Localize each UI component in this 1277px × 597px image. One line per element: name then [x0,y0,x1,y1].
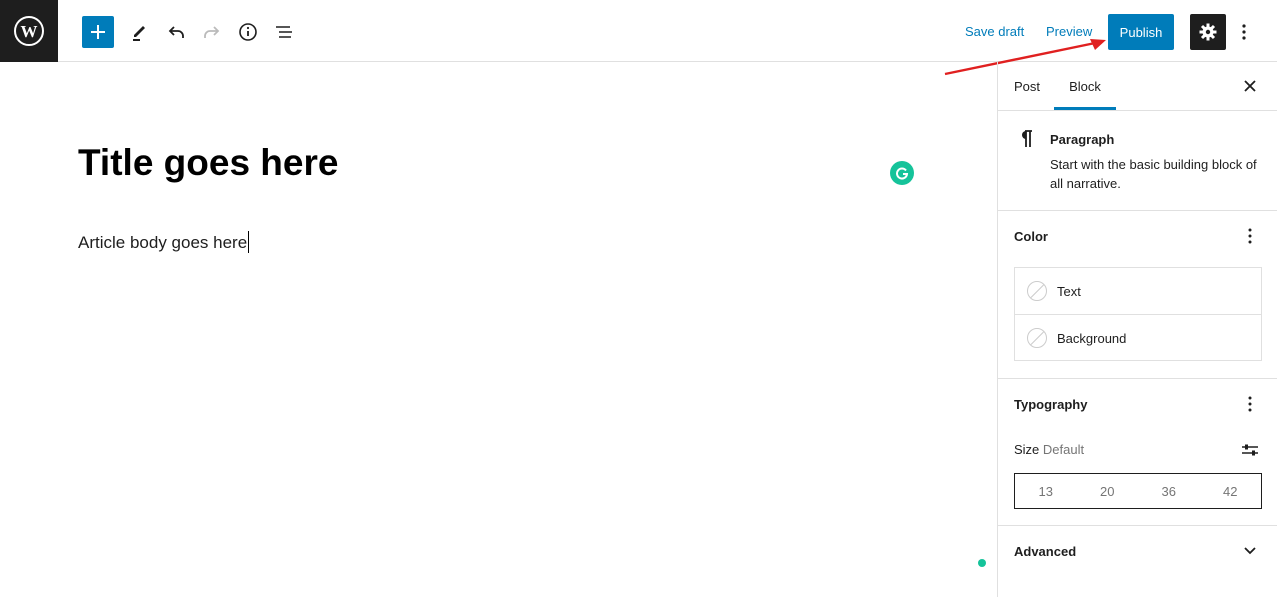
block-name: Paragraph [1050,132,1115,147]
chevron-down-icon [1244,547,1256,555]
color-text-label: Text [1057,283,1081,299]
color-background-option[interactable]: Background [1015,315,1261,361]
empty-swatch-icon [1027,328,1047,348]
more-vertical-icon [1248,228,1252,244]
typography-panel-title: Typography [1014,397,1088,412]
paragraph-icon [1022,130,1032,147]
size-label: Size [1014,442,1040,457]
settings-sidebar: Post Block Paragraph Start with the basi… [997,62,1277,597]
block-description: Start with the basic building block of a… [1050,157,1257,191]
add-block-button[interactable] [82,16,114,48]
redo-icon [204,26,220,38]
tools-button[interactable] [124,16,156,48]
size-option[interactable]: 13 [1015,474,1077,508]
list-view-button[interactable] [268,16,300,48]
undo-button[interactable] [160,16,192,48]
settings-button[interactable] [1190,14,1226,50]
grammarly-icon[interactable] [890,161,914,185]
tab-post[interactable]: Post [1014,62,1040,110]
redo-button[interactable] [196,16,228,48]
custom-size-button[interactable] [1238,438,1262,462]
sidebar-tabs: Post Block [998,62,1277,111]
advanced-panel[interactable]: Advanced [998,526,1277,576]
more-vertical-icon [1248,396,1252,412]
color-options-button[interactable] [1238,224,1262,248]
gear-icon [1199,23,1217,41]
size-option[interactable]: 42 [1200,474,1262,508]
size-option[interactable]: 20 [1077,474,1139,508]
empty-swatch-icon [1027,281,1047,301]
paragraph-text: Article body goes here [78,233,248,252]
info-icon [239,23,257,41]
advanced-toggle[interactable] [1238,539,1262,563]
pencil-icon [133,26,145,41]
color-text-option[interactable]: Text [1015,268,1261,315]
details-button[interactable] [232,16,264,48]
list-view-icon [276,26,292,38]
color-background-label: Background [1057,330,1127,346]
settings-sliders-icon [1242,444,1258,456]
grammarly-status-dot [978,559,986,567]
text-cursor [248,231,250,253]
post-title[interactable]: Title goes here [78,142,338,184]
options-button[interactable] [1232,16,1256,48]
advanced-panel-title: Advanced [1014,544,1077,559]
wordpress-logo-icon[interactable]: W [0,0,58,62]
close-icon [1244,80,1256,92]
tab-block[interactable]: Block [1054,62,1116,110]
close-sidebar-button[interactable] [1238,74,1262,98]
color-panel-title: Color [1014,229,1048,244]
undo-icon [168,26,184,38]
more-vertical-icon [1242,24,1246,40]
paragraph-block[interactable]: Article body goes here [78,231,250,253]
size-option[interactable]: 36 [1138,474,1200,508]
size-value: Default [1042,442,1085,457]
font-size-picker: 13 20 36 42 [1014,473,1262,509]
color-settings-list: Text Background [1014,267,1262,361]
svg-text:W: W [21,22,38,41]
plus-icon [91,25,105,39]
typography-options-button[interactable] [1238,392,1262,416]
font-size-label: Size Default [1014,442,1084,457]
